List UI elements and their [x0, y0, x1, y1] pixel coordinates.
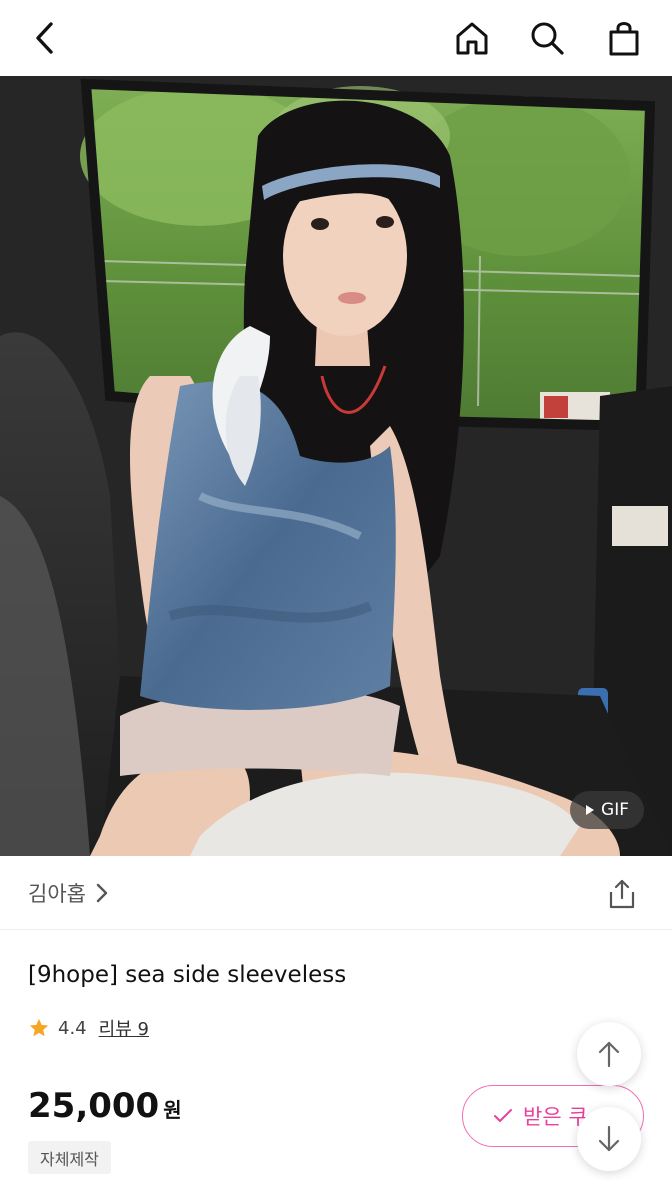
product-image[interactable]: GIF	[0, 76, 672, 856]
scroll-up-button[interactable]	[577, 1022, 641, 1086]
top-navigation-bar	[0, 0, 672, 76]
chevron-left-icon	[36, 22, 53, 54]
coupon-label: 받은 쿠	[523, 1105, 588, 1129]
gif-badge[interactable]: GIF	[570, 791, 644, 829]
price-row: 25,000 원	[28, 1086, 182, 1126]
search-button[interactable]	[523, 14, 571, 62]
product-tag-badge: 자체제작	[28, 1141, 111, 1174]
home-icon	[456, 22, 488, 55]
product-photo	[0, 76, 672, 856]
share-button[interactable]	[598, 874, 646, 914]
home-button[interactable]	[448, 14, 496, 62]
gif-label: GIF	[601, 800, 629, 820]
star-icon	[29, 1018, 49, 1037]
shopping-bag-button[interactable]	[600, 14, 648, 62]
shopping-bag-icon	[609, 22, 639, 56]
rating-row: 4.4 리뷰 9	[28, 1014, 149, 1042]
arrow-up-icon	[598, 1041, 620, 1068]
review-count-link[interactable]: 리뷰 9	[99, 1015, 149, 1041]
seller-name: 김아홉	[28, 882, 86, 906]
seller-link[interactable]: 김아홉	[28, 878, 108, 908]
seller-row: 김아홉	[0, 856, 672, 930]
product-title: [9hope] sea side sleeveless	[28, 962, 347, 988]
price-unit: 원	[163, 1098, 182, 1122]
search-icon	[531, 22, 564, 55]
back-button[interactable]	[22, 14, 70, 62]
rating-value: 4.4	[58, 1017, 87, 1039]
play-triangle-icon	[586, 805, 595, 815]
share-icon	[609, 879, 635, 909]
arrow-down-icon	[598, 1125, 620, 1152]
chevron-right-icon	[96, 883, 108, 903]
price-value: 25,000	[28, 1086, 160, 1126]
checkmark-icon	[494, 1109, 512, 1122]
scroll-down-button[interactable]	[577, 1107, 641, 1171]
